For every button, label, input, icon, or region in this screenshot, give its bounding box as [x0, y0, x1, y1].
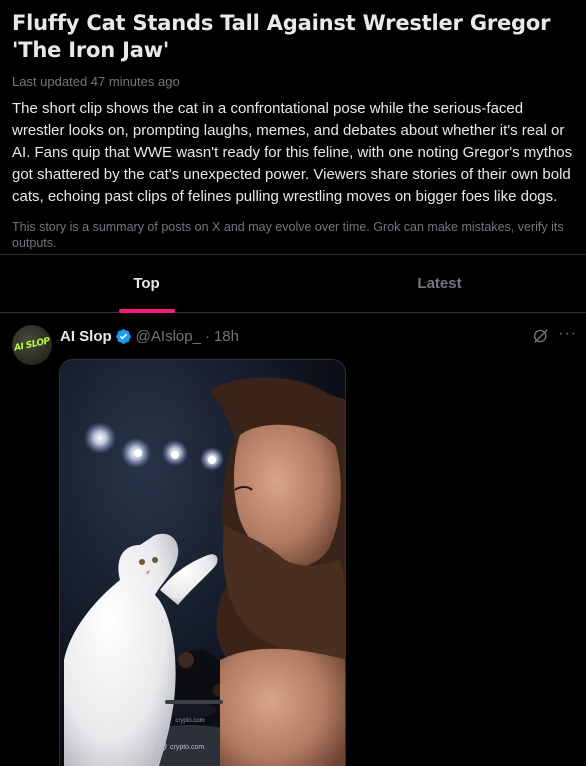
grok-icon[interactable] — [532, 327, 550, 345]
tab-top[interactable]: Top — [0, 255, 293, 313]
media-watermark-text: crypto.com — [170, 744, 204, 751]
post-time[interactable]: 18h — [214, 328, 239, 345]
avatar-logo-text: AI SLOP — [13, 336, 51, 354]
verified-badge-icon — [115, 328, 131, 344]
tab-latest[interactable]: Latest — [293, 255, 586, 312]
tab-latest-label: Latest — [417, 275, 462, 292]
ring-watermark-text: crypto.com — [175, 718, 204, 724]
last-updated: Last updated 47 minutes ago — [12, 74, 180, 89]
avatar[interactable]: AI SLOP — [12, 325, 52, 365]
story-summary-text: The short clip shows the cat in a confro… — [12, 100, 573, 205]
story-summary: Fluffy Cat Stands Tall Against Wrestler … — [0, 0, 586, 251]
handle[interactable]: @AIslop_ — [136, 328, 201, 345]
media-illustration: crypto.com crypto.com — [60, 360, 345, 766]
display-name[interactable]: AI Slop — [60, 328, 112, 345]
grok-disclaimer: This story is a summary of posts on X an… — [12, 220, 564, 250]
post[interactable]: AI SLOP AI Slop @AIslop_ · 18h ··· crypt… — [0, 313, 586, 766]
separator-dot: · — [204, 327, 210, 345]
post-media-image[interactable]: crypto.com crypto.com — [59, 359, 346, 766]
tab-top-label: Top — [133, 275, 160, 292]
story-title: Fluffy Cat Stands Tall Against Wrestler … — [12, 11, 551, 62]
more-options-icon[interactable]: ··· — [558, 326, 578, 345]
post-header: AI Slop @AIslop_ · 18h — [60, 327, 239, 345]
feed-tabs: Top Latest — [0, 254, 586, 313]
